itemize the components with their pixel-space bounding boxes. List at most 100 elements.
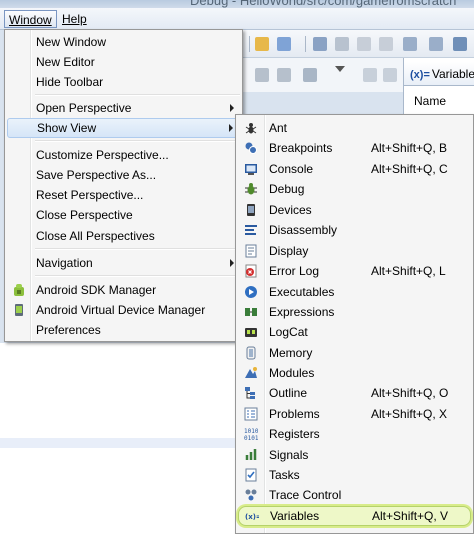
menu-item-android-sdk-manager[interactable]: Android SDK Manager	[7, 280, 240, 300]
view-item-label: Error Log	[269, 264, 320, 278]
menu-item-hide-toolbar[interactable]: Hide Toolbar	[7, 72, 240, 92]
view-item-display[interactable]: Display	[238, 241, 471, 261]
toolbar-separator	[249, 36, 250, 52]
android-avd-icon	[15, 304, 23, 316]
menu-item-label: Reset Perspective...	[36, 188, 144, 202]
debug-view-toolbar	[243, 58, 403, 92]
menu-item-navigation[interactable]: Navigation	[7, 253, 240, 273]
view-item-shortcut: Alt+Shift+Q, O	[371, 386, 449, 400]
view-item-registers[interactable]: 1010 0101 Registers	[238, 424, 471, 444]
view-item-modules[interactable]: Modules	[238, 363, 471, 383]
view-item-label: Registers	[269, 427, 320, 441]
perspective-icon[interactable]	[453, 37, 467, 51]
submenu-arrow-icon	[230, 104, 234, 112]
view-item-ant[interactable]: Ant	[238, 118, 471, 138]
breakpoints-icon	[245, 142, 257, 154]
minimize-icon[interactable]	[363, 68, 377, 82]
disassembly-icon	[245, 225, 257, 235]
view-item-label: Problems	[269, 407, 320, 421]
pin-icon[interactable]	[313, 37, 327, 51]
step-return-icon[interactable]	[303, 68, 317, 82]
menu-item-customize-perspective[interactable]: Customize Perspective...	[7, 145, 240, 165]
menu-help-label: Help	[62, 12, 87, 26]
menu-item-new-editor[interactable]: New Editor	[7, 52, 240, 72]
view-item-memory[interactable]: Memory	[238, 343, 471, 363]
window-menu: New Window New Editor Hide Toolbar Open …	[4, 29, 243, 342]
variables-tab[interactable]: (x)=Variables	[404, 62, 474, 86]
view-item-label: Debug	[269, 182, 305, 196]
back-icon[interactable]	[403, 37, 417, 51]
expressions-icon	[245, 308, 257, 316]
menu-item-android-virtual-device-manager[interactable]: Android Virtual Device Manager	[7, 300, 240, 320]
menu-window[interactable]: Window	[4, 10, 57, 28]
view-item-label: Display	[269, 244, 309, 258]
view-item-executables[interactable]: Executables	[238, 282, 471, 302]
view-item-shortcut: Alt+Shift+Q, L	[371, 264, 446, 278]
view-item-label: Signals	[269, 448, 309, 462]
modules-icon	[245, 367, 257, 378]
menu-item-close-perspective[interactable]: Close Perspective	[7, 205, 240, 225]
view-item-label: LogCat	[269, 325, 308, 339]
view-menu-icon[interactable]	[335, 66, 345, 72]
menu-item-label: Android Virtual Device Manager	[36, 303, 206, 317]
view-item-disassembly[interactable]: Disassembly	[238, 220, 471, 240]
view-item-devices[interactable]: Devices	[238, 200, 471, 220]
maximize-icon[interactable]	[383, 68, 397, 82]
view-item-label: Ant	[269, 121, 288, 135]
view-item-label: Executables	[269, 285, 335, 299]
menu-item-reset-perspective[interactable]: Reset Perspective...	[7, 185, 240, 205]
android-sdk-icon	[14, 284, 24, 296]
format-icon[interactable]	[379, 37, 393, 51]
menu-help[interactable]: Help	[58, 10, 91, 28]
view-item-variables[interactable]: (x)= Variables Alt+Shift+Q, V	[238, 506, 471, 526]
menu-separator	[35, 275, 240, 277]
menu-item-close-all-perspectives[interactable]: Close All Perspectives	[7, 226, 240, 246]
tasks-icon	[245, 468, 257, 482]
menu-item-open-perspective[interactable]: Open Perspective	[7, 98, 240, 118]
view-item-logcat[interactable]: LogCat	[238, 322, 471, 342]
executables-icon	[245, 286, 257, 298]
outline-icon	[245, 387, 255, 399]
view-item-tasks[interactable]: Tasks	[238, 465, 471, 485]
view-item-error-log[interactable]: Error Log Alt+Shift+Q, L	[238, 261, 471, 281]
view-item-label: Console	[269, 162, 314, 176]
display-icon	[245, 244, 257, 258]
view-item-trace-control[interactable]: Trace Control	[238, 485, 471, 505]
forward-icon[interactable]	[429, 37, 443, 51]
step-icon[interactable]	[277, 68, 291, 82]
view-item-outline[interactable]: Outline Alt+Shift+Q, O	[238, 383, 471, 403]
devices-icon	[247, 204, 255, 216]
view-item-signals[interactable]: Signals	[238, 445, 471, 465]
view-item-label: Outline	[269, 386, 308, 400]
menu-item-save-perspective-as[interactable]: Save Perspective As...	[7, 165, 240, 185]
menu-item-label: Customize Perspective...	[36, 148, 169, 162]
problems-icon	[244, 407, 258, 421]
menu-item-preferences[interactable]: Preferences	[7, 320, 240, 340]
open-folder-icon[interactable]	[255, 37, 269, 51]
menu-item-label: Preferences	[36, 323, 101, 337]
view-item-console[interactable]: Console Alt+Shift+Q, C	[238, 159, 471, 179]
edit-icon[interactable]	[277, 37, 291, 51]
menu-item-label: New Editor	[36, 55, 95, 69]
menu-separator	[35, 140, 240, 142]
view-item-label: Trace Control	[269, 488, 342, 502]
disconnect-icon[interactable]	[255, 68, 269, 82]
menu-window-label: Window	[9, 13, 52, 27]
menu-item-label: Navigation	[36, 256, 93, 270]
submenu-arrow-icon	[230, 259, 234, 267]
menu-item-label: Hide Toolbar	[36, 75, 104, 89]
paragraph-icon[interactable]	[357, 37, 371, 51]
menu-item-show-view[interactable]: Show View	[7, 118, 240, 138]
view-item-debug[interactable]: Debug	[238, 179, 471, 199]
view-item-problems[interactable]: Problems Alt+Shift+Q, X	[238, 404, 471, 424]
view-item-breakpoints[interactable]: Breakpoints Alt+Shift+Q, B	[238, 138, 471, 158]
view-item-expressions[interactable]: Expressions	[238, 302, 471, 322]
signals-icon	[245, 449, 257, 460]
annotation-icon[interactable]	[335, 37, 349, 51]
svg-text:0101: 0101	[244, 435, 258, 441]
menu-item-label: Show View	[37, 121, 97, 135]
name-column-header[interactable]: Name	[414, 94, 446, 108]
menu-item-label: New Window	[36, 35, 107, 49]
menu-item-new-window[interactable]: New Window	[7, 32, 240, 52]
memory-icon	[246, 346, 256, 360]
